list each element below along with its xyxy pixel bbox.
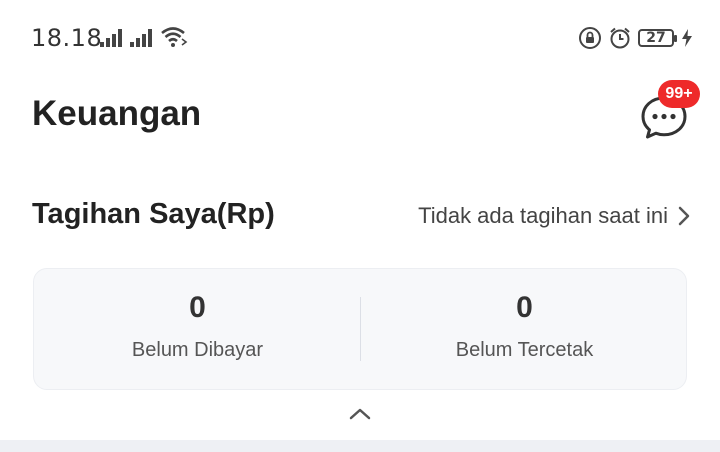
stat-unprinted[interactable]: 0 Belum Tercetak <box>361 291 688 362</box>
bills-summary-card: 0 Belum Dibayar 0 Belum Tercetak <box>33 268 687 390</box>
alarm-icon <box>610 27 630 49</box>
wifi-icon <box>161 27 188 47</box>
stat-unprinted-label: Belum Tercetak <box>455 339 594 361</box>
page-title: Keuangan <box>32 94 202 133</box>
signal-icon <box>100 29 122 47</box>
section-separator <box>0 440 720 452</box>
status-icons: 27 <box>578 24 692 52</box>
battery-icon: 27 <box>638 29 677 47</box>
stat-unpaid-label: Belum Dibayar <box>131 339 264 361</box>
stat-unpaid-value: 0 <box>189 291 206 324</box>
bills-status-text: Tidak ada tagihan saat ini <box>418 203 668 228</box>
chevron-up-icon[interactable] <box>348 404 372 424</box>
stat-unprinted-value: 0 <box>516 291 533 324</box>
bills-status-link[interactable]: Tidak ada tagihan saat ini <box>418 203 690 229</box>
signal-icon <box>130 29 152 47</box>
charging-icon <box>682 29 692 47</box>
status-bar: 18.18 27 <box>0 0 720 78</box>
chevron-right-icon <box>678 206 690 226</box>
stat-unpaid[interactable]: 0 Belum Dibayar <box>34 291 361 362</box>
status-time: 18.18 <box>31 24 103 52</box>
bills-section-title: Tagihan Saya(Rp) <box>32 198 275 230</box>
lock-rotation-icon <box>579 27 601 49</box>
chat-badge: 99+ <box>658 80 700 108</box>
battery-level: 27 <box>646 30 666 46</box>
